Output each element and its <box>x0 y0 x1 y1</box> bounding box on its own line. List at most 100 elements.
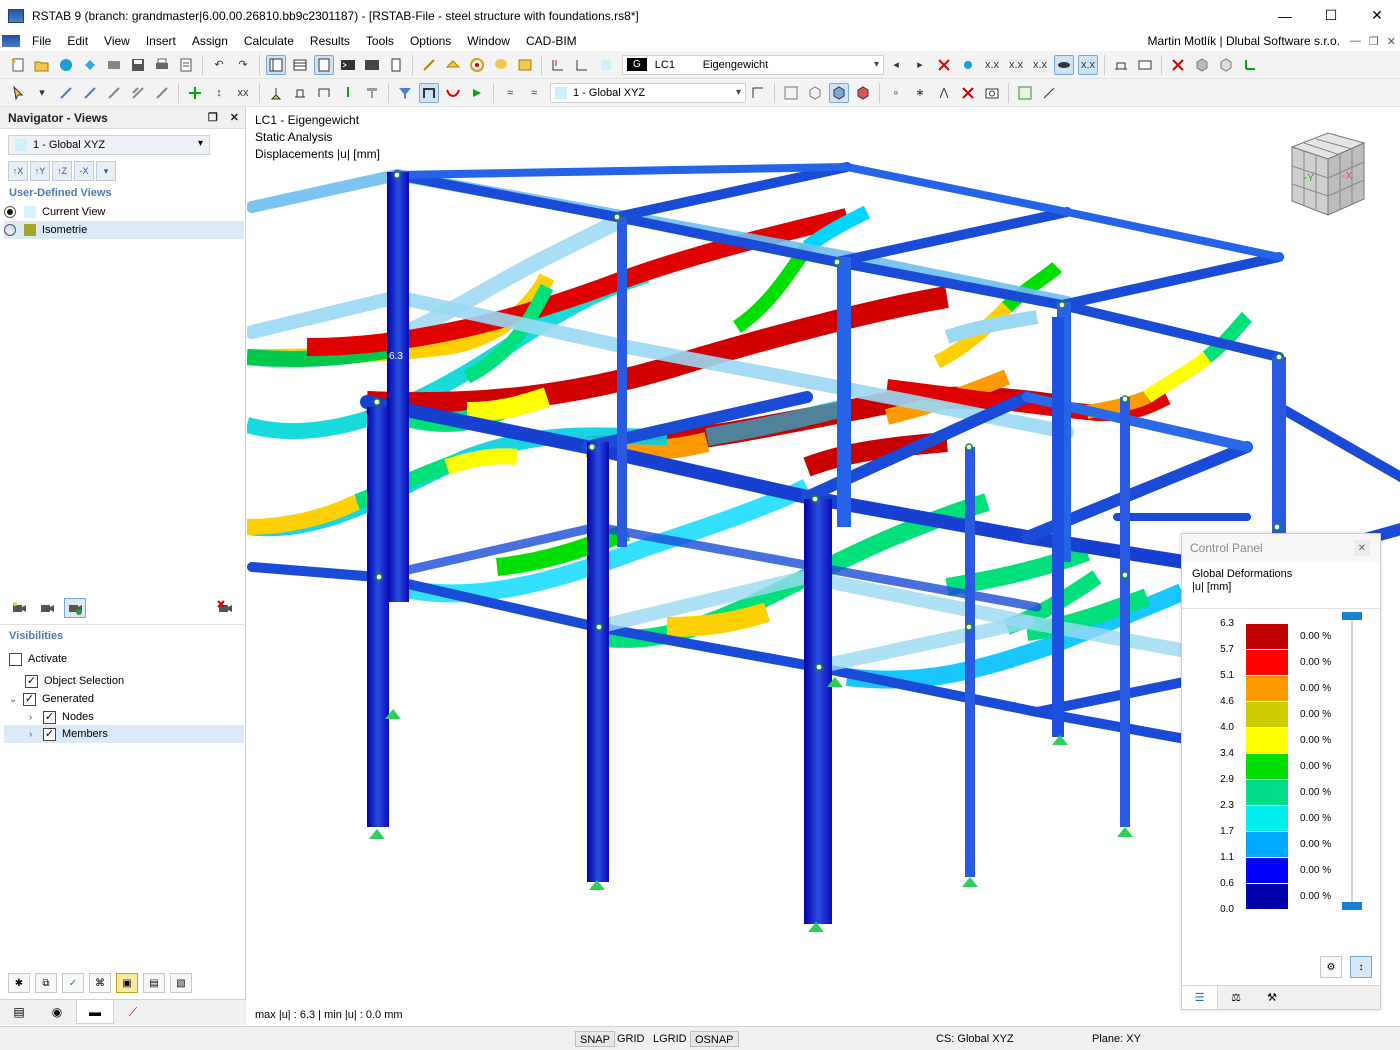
chevron-right-icon[interactable]: › <box>29 712 39 723</box>
link-visibility-icon[interactable]: ⌘ <box>89 973 111 993</box>
deformation-toggle-icon[interactable] <box>1054 54 1074 75</box>
result-filter-alt-icon[interactable]: ≈ <box>524 83 544 103</box>
menu-insert[interactable]: Insert <box>138 31 184 51</box>
text-label-icon[interactable] <box>515 55 535 75</box>
chevron-right-icon[interactable]: › <box>29 729 39 740</box>
script-icon[interactable] <box>362 55 382 75</box>
view-x-icon[interactable]: ↑X <box>8 161 28 181</box>
add-visibility-icon[interactable]: ✱ <box>8 973 30 993</box>
view-selector[interactable]: 1 - Global XYZ ▾ <box>550 82 746 103</box>
close-icon[interactable]: ✕ <box>1354 540 1370 556</box>
document-icon[interactable] <box>386 55 406 75</box>
xxx-toggle-icon[interactable]: x.x <box>1078 54 1098 75</box>
camera-save-icon[interactable] <box>64 598 86 618</box>
loadcase-selector[interactable]: G LC1 Eigengewicht ▾ <box>622 54 884 75</box>
slider-max-handle[interactable] <box>1342 612 1362 620</box>
nodes-row[interactable]: › ✓ Nodes <box>29 708 94 726</box>
chevron-down-icon[interactable]: ⌄ <box>9 694 19 705</box>
open-file-icon[interactable] <box>32 55 52 75</box>
delete-results-icon[interactable] <box>1168 55 1188 75</box>
select-member-icon[interactable] <box>80 83 100 103</box>
show-all-icon[interactable]: ▣ <box>116 973 138 993</box>
view-settings-icon[interactable] <box>748 83 768 103</box>
menu-window[interactable]: Window <box>459 31 518 51</box>
view-z-icon[interactable]: ↑Z <box>52 161 72 181</box>
menu-options[interactable]: Options <box>402 31 459 51</box>
view-item-isometrie[interactable]: Isometrie <box>4 221 244 239</box>
webservice-icon[interactable] <box>80 55 100 75</box>
snap-toggle[interactable]: SNAP <box>575 1031 615 1047</box>
report-icon[interactable] <box>176 55 196 75</box>
navigator-toggle-icon[interactable] <box>266 54 286 75</box>
panel-icon[interactable] <box>314 54 334 75</box>
legend-settings-icon[interactable]: ⚙ <box>1320 956 1342 978</box>
tab-views-icon[interactable]: ▬ <box>76 1000 114 1024</box>
tab-display-icon[interactable]: ◉ <box>38 1000 76 1024</box>
menu-results[interactable]: Results <box>302 31 358 51</box>
render-color-icon[interactable] <box>853 83 873 103</box>
move-icon[interactable] <box>185 83 205 103</box>
menu-tools[interactable]: Tools <box>358 31 402 51</box>
result-values-icon[interactable] <box>958 55 978 75</box>
visibility-settings-icon[interactable]: ▧ <box>170 973 192 993</box>
animation-icon[interactable] <box>467 83 487 103</box>
close-button[interactable]: ✕ <box>1354 0 1400 31</box>
previous-loadcase-icon[interactable]: ◂ <box>886 55 906 75</box>
render-solid-icon[interactable] <box>829 82 849 103</box>
new-view-icon[interactable] <box>8 598 30 618</box>
slider-min-handle[interactable] <box>1342 902 1362 910</box>
undo-icon[interactable]: ↶ <box>209 55 229 75</box>
table-icon[interactable] <box>290 55 310 75</box>
show-selected-icon[interactable]: ▤ <box>143 973 165 993</box>
tab-legend-icon[interactable]: ☰ <box>1182 986 1218 1009</box>
menu-edit[interactable]: Edit <box>59 31 96 51</box>
view-minus-x-icon[interactable]: -X <box>74 161 94 181</box>
load-edit-icon[interactable] <box>572 55 592 75</box>
radio-isometrie[interactable] <box>4 224 16 236</box>
tab-balance-icon[interactable]: ⚖ <box>1218 986 1254 1009</box>
xxx-values-icon[interactable]: x.x <box>982 55 1002 75</box>
result-table-icon[interactable] <box>1135 55 1155 75</box>
cloud-icon[interactable] <box>56 55 76 75</box>
camera-icon[interactable] <box>36 598 58 618</box>
osnap-toggle[interactable]: OSNAP <box>690 1031 739 1047</box>
next-loadcase-icon[interactable]: ▸ <box>910 55 930 75</box>
dimension-line-icon[interactable] <box>1039 83 1059 103</box>
object-selection-row[interactable]: ✓ Object Selection <box>25 672 124 690</box>
select-node-icon[interactable] <box>56 83 76 103</box>
load-icon[interactable] <box>338 83 358 103</box>
legend-range-slider[interactable] <box>1342 612 1362 910</box>
menu-view[interactable]: View <box>96 31 138 51</box>
surface-icon[interactable] <box>443 55 463 75</box>
axes-icon[interactable] <box>1240 55 1260 75</box>
result-diagram-icon[interactable] <box>1015 83 1035 103</box>
frame-icon[interactable] <box>314 83 334 103</box>
support-icon[interactable] <box>266 83 286 103</box>
view-3d-alt-icon[interactable] <box>1216 55 1236 75</box>
activate-checkbox[interactable] <box>9 652 22 666</box>
load-generate-icon[interactable] <box>548 55 568 75</box>
members-checkbox[interactable]: ✓ <box>43 727 56 741</box>
xxx-members-icon[interactable]: x.x <box>1006 55 1026 75</box>
filter-icon[interactable] <box>395 83 415 103</box>
select-line-icon[interactable] <box>104 83 124 103</box>
load-color-icon[interactable] <box>596 55 616 75</box>
isolate-icon[interactable]: ∗ <box>910 83 930 103</box>
view-dropdown-icon[interactable]: ▾ <box>96 161 116 181</box>
wireframe-icon[interactable] <box>805 83 825 103</box>
snapshot-icon[interactable] <box>982 83 1002 103</box>
target-icon[interactable] <box>467 55 487 75</box>
navigator-view-selector[interactable]: 1 - Global XYZ ▾ <box>8 135 210 155</box>
grid-view-icon[interactable] <box>781 83 801 103</box>
nodes-checkbox[interactable]: ✓ <box>43 710 56 724</box>
generated-checkbox[interactable]: ✓ <box>23 692 36 706</box>
check-visibility-icon[interactable]: ✓ <box>62 973 84 993</box>
select-icon[interactable] <box>8 83 28 103</box>
view-cube[interactable]: -Y -X <box>1282 129 1366 217</box>
result-diagram-icon[interactable] <box>1111 55 1131 75</box>
camera-delete-icon[interactable] <box>214 598 236 618</box>
menu-assign[interactable]: Assign <box>184 31 236 51</box>
object-selection-checkbox[interactable]: ✓ <box>25 674 38 688</box>
activate-row[interactable]: Activate <box>9 650 67 668</box>
select-grid-icon[interactable] <box>128 83 148 103</box>
